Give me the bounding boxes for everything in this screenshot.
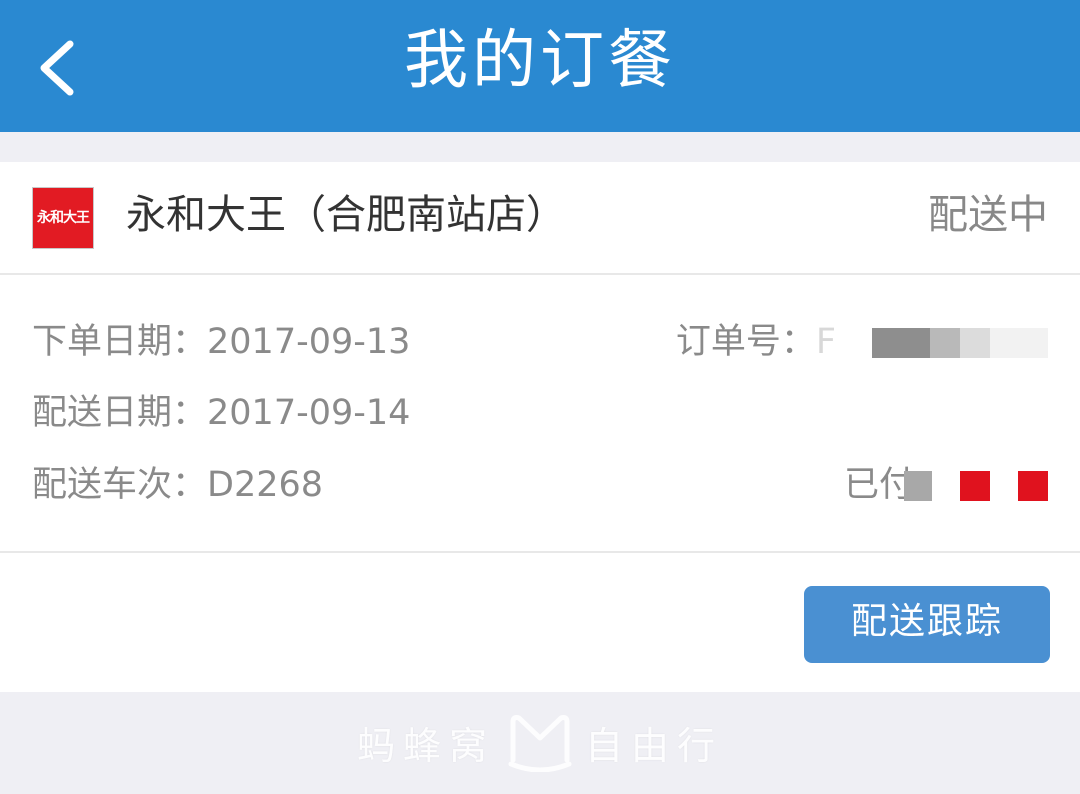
- delivery-date-value: 2017-09-14: [207, 393, 411, 433]
- delivery-date-row: 配送日期：2017-09-14: [32, 388, 410, 438]
- blurred-amount: [904, 471, 932, 501]
- delivery-tracking-button[interactable]: 配送跟踪: [804, 586, 1050, 663]
- app-header: 我的订餐: [0, 0, 1080, 132]
- order-info: 下单日期：2017-09-13 配送日期：2017-09-14 配送车次：D22…: [0, 275, 1080, 553]
- paid-amount: 已付: [844, 460, 1048, 510]
- blurred-amount: [1018, 471, 1048, 501]
- delivery-date-label: 配送日期：: [32, 393, 208, 433]
- store-logo: 永和大王: [32, 187, 94, 249]
- store-row[interactable]: 永和大王 永和大王（合肥南站店） 配送中: [0, 162, 1080, 275]
- mafengwo-m-icon: [508, 715, 572, 772]
- train-row: 配送车次：D2268: [32, 460, 323, 510]
- order-number-value: F: [815, 322, 836, 362]
- order-card: 永和大王 永和大王（合肥南站店） 配送中 下单日期：2017-09-13 配送日…: [0, 162, 1080, 692]
- order-date-row: 下单日期：2017-09-13: [32, 317, 410, 367]
- blurred-order-number: [930, 328, 960, 358]
- order-date-label: 下单日期：: [32, 322, 208, 362]
- watermark-left-text: 蚂蜂窝: [356, 723, 495, 768]
- order-status: 配送中: [928, 192, 1048, 238]
- order-number: 订单号：F: [676, 317, 1048, 367]
- order-date-value: 2017-09-13: [207, 322, 411, 362]
- store-name: 永和大王（合肥南站店）: [126, 192, 566, 238]
- page-title: 我的订餐: [404, 24, 676, 98]
- blurred-amount: [960, 471, 990, 501]
- watermark: 蚂蜂窝 自由行: [0, 712, 1080, 782]
- order-number-label: 订单号：: [675, 322, 816, 362]
- watermark-right-text: 自由行: [585, 723, 724, 768]
- blurred-order-number: [872, 328, 930, 358]
- train-label: 配送车次：: [32, 465, 208, 505]
- blurred-order-number: [990, 328, 1048, 358]
- blurred-order-number: [960, 328, 990, 358]
- train-value: D2268: [207, 465, 324, 505]
